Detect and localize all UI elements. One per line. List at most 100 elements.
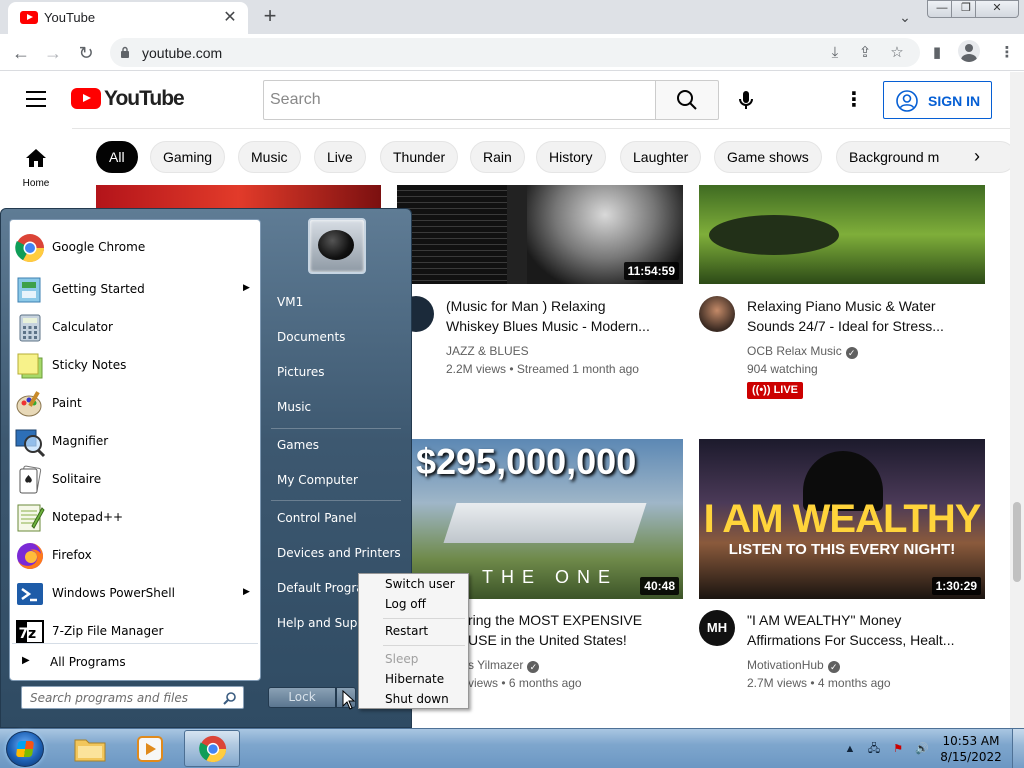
taskbar-chrome[interactable] xyxy=(184,730,240,767)
sign-in-label: SIGN IN xyxy=(928,93,981,109)
chip-history[interactable]: History xyxy=(536,141,606,173)
search-input[interactable] xyxy=(264,81,655,119)
browser-menu-icon[interactable]: ⋮ xyxy=(994,40,1020,66)
channel-avatar[interactable] xyxy=(699,296,735,332)
tab-close-icon[interactable]: ✕ xyxy=(220,8,240,28)
start-item-control-panel[interactable]: Control Panel xyxy=(269,503,409,533)
volume-icon[interactable]: 🔊 xyxy=(914,741,930,757)
start-item-documents[interactable]: Documents xyxy=(269,322,409,352)
menu-item-switch-user[interactable]: Switch user xyxy=(361,574,466,594)
search-button[interactable] xyxy=(655,80,719,120)
side-panel-icon[interactable]: ▮ xyxy=(924,40,950,66)
start-item-pictures[interactable]: Pictures xyxy=(269,357,409,387)
svg-text:7: 7 xyxy=(19,626,29,642)
video-thumbnail[interactable]: I AM WEALTHY LISTEN TO THIS EVERY NIGHT!… xyxy=(699,439,985,599)
show-desktop-button[interactable] xyxy=(1012,729,1024,768)
start-item-vm1[interactable]: VM1 xyxy=(269,287,409,317)
start-item-games[interactable]: Games xyxy=(269,430,409,460)
address-bar[interactable]: youtube.com ⤓ ⇪ ☆ xyxy=(110,38,920,67)
chip-next-arrow-icon[interactable]: › xyxy=(962,142,992,170)
program-getting-started[interactable]: Getting Started ▶ xyxy=(12,272,258,308)
start-menu-programs-pane: Google Chrome Getting Started ▶ Calculat… xyxy=(9,219,261,681)
program-paint[interactable]: Paint xyxy=(12,386,258,422)
menu-item-log-off[interactable]: Log off xyxy=(361,594,466,614)
channel-name[interactable]: JAZZ & BLUES xyxy=(446,342,529,360)
svg-text:z: z xyxy=(28,626,36,642)
menu-item-restart[interactable]: Restart xyxy=(361,621,466,641)
start-item-my-computer[interactable]: My Computer xyxy=(269,465,409,495)
show-hidden-icons-icon[interactable]: ▲ xyxy=(842,741,858,757)
sign-in-button[interactable]: SIGN IN xyxy=(883,81,992,119)
channel-name[interactable]: s Yilmazer ✓ xyxy=(468,656,540,674)
window-close-button[interactable]: ✕ xyxy=(975,0,1019,18)
program-google-chrome[interactable]: Google Chrome xyxy=(12,230,258,266)
program-notepadpp[interactable]: Notepad++ xyxy=(12,500,258,536)
video-thumbnail[interactable] xyxy=(699,185,985,284)
install-icon[interactable]: ⤓ xyxy=(822,40,848,66)
start-item-music[interactable]: Music xyxy=(269,392,409,422)
video-title[interactable]: Relaxing Piano Music & Water Sounds 24/7… xyxy=(747,296,992,336)
scrollbar-thumb[interactable] xyxy=(1013,502,1021,582)
home-label: Home xyxy=(22,178,50,189)
chip-all[interactable]: All xyxy=(96,141,138,173)
start-search-input[interactable] xyxy=(22,687,217,708)
channel-name[interactable]: OCB Relax Music ✓ xyxy=(747,342,858,360)
video-title[interactable]: "I AM WEALTHY" Money Affirmations For Su… xyxy=(747,610,992,650)
chip-music[interactable]: Music xyxy=(238,141,301,173)
video-title[interactable]: (Music for Man ) Relaxing Whiskey Blues … xyxy=(446,296,691,336)
channel-name[interactable]: MotivationHub ✓ xyxy=(747,656,840,674)
program-sticky-notes[interactable]: Sticky Notes xyxy=(12,348,258,384)
tab-youtube[interactable]: YouTube ✕ xyxy=(8,2,248,34)
share-icon[interactable]: ⇪ xyxy=(852,40,878,66)
profile-avatar-icon[interactable] xyxy=(958,40,980,62)
action-center-icon[interactable]: ⚑ xyxy=(890,741,906,757)
network-icon[interactable]: 🖧 xyxy=(866,741,882,757)
tab-title: YouTube xyxy=(44,10,96,25)
video-thumbnail[interactable]: 11:54:59 xyxy=(397,185,683,284)
all-programs-button[interactable]: ▶ All Programs xyxy=(16,650,256,674)
start-menu: Google Chrome Getting Started ▶ Calculat… xyxy=(0,208,412,728)
video-thumbnail-partial[interactable] xyxy=(96,185,381,210)
chip-game-shows[interactable]: Game shows xyxy=(714,141,822,173)
chip-laughter[interactable]: Laughter xyxy=(620,141,702,173)
verified-icon: ✓ xyxy=(845,347,858,359)
start-item-devices-and-printers[interactable]: Devices and Printers xyxy=(269,538,409,568)
program-solitaire[interactable]: Solitaire xyxy=(12,462,258,498)
chip-rain[interactable]: Rain xyxy=(470,141,525,173)
mini-guide-home[interactable]: Home xyxy=(0,128,72,200)
user-picture[interactable] xyxy=(308,218,366,274)
all-programs-arrow-icon: ▶ xyxy=(22,655,30,666)
back-icon[interactable]: ← xyxy=(8,40,34,66)
forward-icon[interactable]: → xyxy=(40,40,66,66)
guide-menu-icon[interactable] xyxy=(26,91,46,107)
menu-item-shut-down[interactable]: Shut down xyxy=(361,689,466,709)
reload-icon[interactable]: ↻ xyxy=(73,40,99,66)
menu-item-hibernate[interactable]: Hibernate xyxy=(361,669,466,689)
chip-live[interactable]: Live xyxy=(314,141,366,173)
verified-icon: ✓ xyxy=(527,661,540,673)
program-firefox[interactable]: Firefox xyxy=(12,538,258,574)
taskbar-media-player[interactable] xyxy=(122,730,178,767)
channel-avatar[interactable]: MH xyxy=(699,610,735,646)
taskbar-explorer[interactable] xyxy=(62,730,118,767)
start-button[interactable] xyxy=(6,731,44,767)
new-tab-button[interactable]: + xyxy=(258,4,282,28)
thumbnail-subtitle: THE ONE xyxy=(482,567,619,587)
firefox-icon xyxy=(17,543,43,569)
program-windows-powershell[interactable]: Windows PowerShell ▶ xyxy=(12,576,258,612)
page-scrollbar[interactable] xyxy=(1010,72,1024,728)
chip-gaming[interactable]: Gaming xyxy=(150,141,226,173)
system-clock[interactable]: 10:53 AM 8/15/2022 xyxy=(936,733,1006,765)
lock-button[interactable]: Lock xyxy=(268,687,336,708)
tab-search-icon[interactable]: ⌄ xyxy=(894,6,916,28)
video-title[interactable]: ring the MOST EXPENSIVE USE in the Unite… xyxy=(468,610,683,650)
bookmark-star-icon[interactable]: ☆ xyxy=(884,40,910,66)
program-magnifier[interactable]: Magnifier xyxy=(12,424,258,460)
settings-more-icon[interactable]: ⋮ xyxy=(840,86,868,114)
taskbar: ▲ 🖧 ⚑ 🔊 10:53 AM 8/15/2022 xyxy=(0,728,1024,768)
program-calculator[interactable]: Calculator xyxy=(12,310,258,346)
chip-thunder[interactable]: Thunder xyxy=(380,141,459,173)
voice-search-button[interactable] xyxy=(728,82,764,118)
account-icon xyxy=(896,90,918,112)
program-7zip-file-manager[interactable]: 7z 7-Zip File Manager xyxy=(12,614,258,650)
